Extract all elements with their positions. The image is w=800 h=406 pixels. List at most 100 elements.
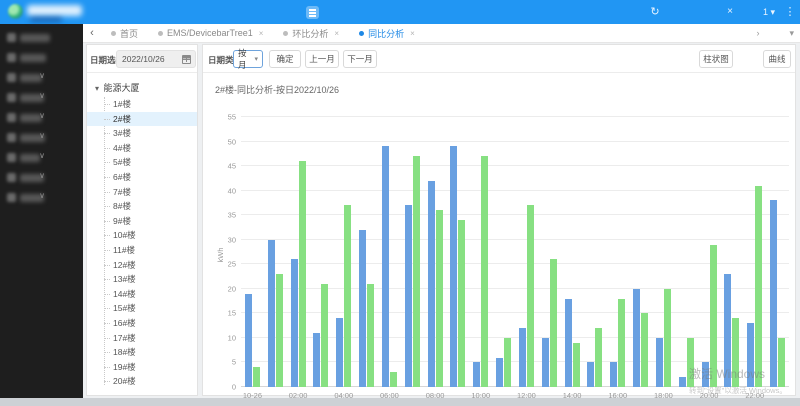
bar-同比[interactable]: [687, 338, 694, 387]
sidebar-item-blurred[interactable]: [0, 28, 83, 48]
bar-同比[interactable]: [458, 220, 465, 387]
sidebar-item-blurred[interactable]: ∨: [0, 88, 83, 108]
bar-2#楼[interactable]: [724, 274, 731, 387]
tree-item[interactable]: 3#楼: [87, 126, 197, 141]
bar-同比[interactable]: [253, 367, 260, 387]
tab-close-icon[interactable]: ×: [259, 29, 264, 38]
bar-同比[interactable]: [344, 205, 351, 387]
tree-item[interactable]: 14#楼: [87, 287, 197, 302]
bar-chart-view-button[interactable]: 柱状图: [699, 50, 733, 68]
tree-item[interactable]: 1#楼: [87, 97, 197, 112]
bar-2#楼[interactable]: [519, 328, 526, 387]
tree-item[interactable]: 19#楼: [87, 360, 197, 375]
date-input[interactable]: 2022/10/26: [116, 50, 196, 68]
tab-close-icon[interactable]: ×: [410, 29, 415, 38]
bar-同比[interactable]: [778, 338, 785, 387]
tabs-back-icon[interactable]: ‹: [83, 27, 101, 39]
tree-item[interactable]: 7#楼: [87, 185, 197, 200]
date-type-select[interactable]: 按月 ▾: [233, 50, 263, 68]
bar-2#楼[interactable]: [747, 323, 754, 387]
bar-同比[interactable]: [550, 259, 557, 387]
bar-2#楼[interactable]: [245, 294, 252, 387]
curve-view-button[interactable]: 曲线: [763, 50, 791, 68]
tree-item[interactable]: 15#楼: [87, 301, 197, 316]
bar-2#楼[interactable]: [633, 289, 640, 387]
tabs-next-icon[interactable]: ›: [756, 28, 759, 39]
tabs-menu-icon[interactable]: ▾: [789, 28, 794, 39]
bar-同比[interactable]: [481, 156, 488, 387]
tree-item[interactable]: 13#楼: [87, 272, 197, 287]
tree-item[interactable]: 18#楼: [87, 345, 197, 360]
tree-item[interactable]: 9#楼: [87, 214, 197, 229]
bar-2#楼[interactable]: [679, 377, 686, 387]
bar-同比[interactable]: [276, 274, 283, 387]
sidebar-item-blurred[interactable]: ∨: [0, 148, 83, 168]
tree-item[interactable]: 5#楼: [87, 155, 197, 170]
tree-root-node[interactable]: ▾ 能源大厦: [87, 81, 197, 94]
sidebar-item-blurred[interactable]: ∨: [0, 68, 83, 88]
refresh-icon[interactable]: ↻: [645, 0, 665, 24]
bar-2#楼[interactable]: [291, 259, 298, 387]
bar-2#楼[interactable]: [336, 318, 343, 387]
tree-caret-icon[interactable]: ▾: [95, 84, 99, 93]
bar-2#楼[interactable]: [473, 362, 480, 387]
confirm-button[interactable]: 确定: [269, 50, 301, 68]
tree-item[interactable]: 16#楼: [87, 316, 197, 331]
bar-同比[interactable]: [436, 210, 443, 387]
bar-同比[interactable]: [710, 245, 717, 387]
bar-同比[interactable]: [413, 156, 420, 387]
bar-同比[interactable]: [299, 161, 306, 387]
sidebar-item-blurred[interactable]: [0, 48, 83, 68]
bar-2#楼[interactable]: [610, 362, 617, 387]
tab-2[interactable]: EMS/DevicebarTree1×: [148, 24, 273, 42]
bar-2#楼[interactable]: [656, 338, 663, 387]
bar-同比[interactable]: [321, 284, 328, 387]
bar-2#楼[interactable]: [428, 181, 435, 387]
bar-同比[interactable]: [641, 313, 648, 387]
tab-4[interactable]: 同比分析×: [349, 24, 425, 42]
bar-2#楼[interactable]: [450, 146, 457, 387]
bar-2#楼[interactable]: [382, 146, 389, 387]
bar-2#楼[interactable]: [496, 358, 503, 387]
bar-同比[interactable]: [367, 284, 374, 387]
bar-同比[interactable]: [755, 186, 762, 387]
bar-2#楼[interactable]: [702, 362, 709, 387]
tree-item[interactable]: 20#楼: [87, 374, 197, 389]
bar-2#楼[interactable]: [587, 362, 594, 387]
tree-item[interactable]: 4#楼: [87, 141, 197, 156]
tree-item[interactable]: 12#楼: [87, 258, 197, 273]
more-icon[interactable]: ⋮: [784, 0, 796, 24]
tree-item[interactable]: 8#楼: [87, 199, 197, 214]
fullscreen-icon[interactable]: ×: [720, 0, 740, 24]
prev-month-button[interactable]: 上一月: [305, 50, 339, 68]
bar-同比[interactable]: [573, 343, 580, 387]
collapse-menu-icon[interactable]: [306, 6, 319, 19]
tree-item[interactable]: 6#楼: [87, 170, 197, 185]
bar-同比[interactable]: [595, 328, 602, 387]
sidebar-item-blurred[interactable]: ∨: [0, 168, 83, 188]
bar-2#楼[interactable]: [313, 333, 320, 387]
bar-同比[interactable]: [390, 372, 397, 387]
bottom-scroll-strip[interactable]: [0, 398, 800, 406]
tree-item[interactable]: 10#楼: [87, 228, 197, 243]
bar-同比[interactable]: [664, 289, 671, 387]
sidebar-item-blurred[interactable]: ∨: [0, 188, 83, 208]
tab-1[interactable]: 首页: [101, 24, 148, 42]
bar-同比[interactable]: [618, 299, 625, 387]
next-month-button[interactable]: 下一月: [343, 50, 377, 68]
bar-同比[interactable]: [504, 338, 511, 387]
bar-2#楼[interactable]: [770, 200, 777, 387]
bar-2#楼[interactable]: [359, 230, 366, 387]
sidebar-item-blurred[interactable]: ∨: [0, 128, 83, 148]
bar-同比[interactable]: [527, 205, 534, 387]
bar-2#楼[interactable]: [565, 299, 572, 387]
tab-3[interactable]: 环比分析×: [273, 24, 349, 42]
tab-close-icon[interactable]: ×: [334, 29, 339, 38]
bar-同比[interactable]: [732, 318, 739, 387]
tree-item[interactable]: 17#楼: [87, 331, 197, 346]
bar-2#楼[interactable]: [405, 205, 412, 387]
sidebar-item-blurred[interactable]: ∨: [0, 108, 83, 128]
user-dropdown[interactable]: 1 ▾: [756, 0, 782, 24]
bar-2#楼[interactable]: [542, 338, 549, 387]
tree-item[interactable]: 2#楼: [87, 112, 197, 127]
